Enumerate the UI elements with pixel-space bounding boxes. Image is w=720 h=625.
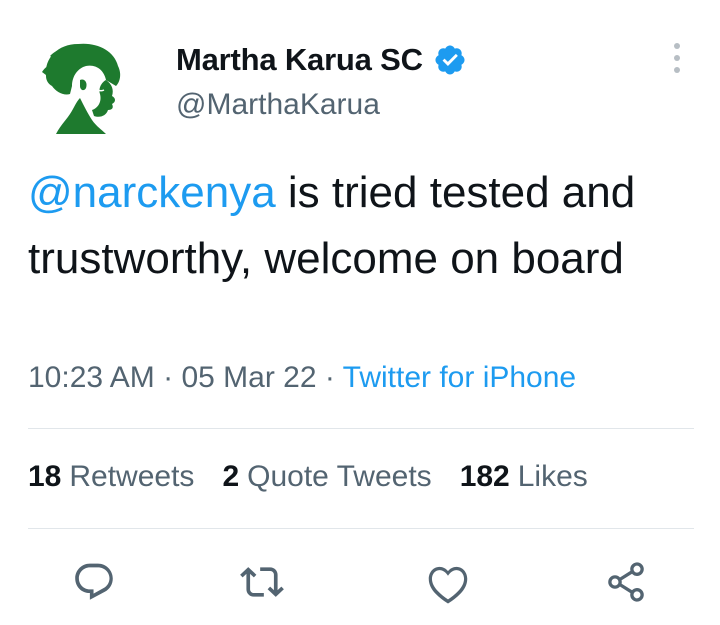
- retweet-icon: [240, 567, 284, 597]
- retweets-count: 18: [28, 460, 62, 493]
- share-button[interactable]: [596, 552, 656, 612]
- tweet-time: 10:23 AM: [28, 361, 155, 394]
- avatar[interactable]: [36, 36, 136, 136]
- verified-badge-icon: [433, 43, 467, 77]
- display-name[interactable]: Martha Karua SC: [176, 42, 423, 78]
- action-bar: [0, 552, 720, 612]
- retweets-label: Retweets: [69, 460, 195, 493]
- engagement-stats: 18 Retweets 2 Quote Tweets 182 Likes: [28, 460, 588, 494]
- tweet-header: Martha Karua SC @MarthaKarua: [0, 0, 720, 150]
- divider: [28, 528, 694, 529]
- reply-button[interactable]: [64, 552, 124, 612]
- retweets-stat[interactable]: 18 Retweets: [28, 460, 194, 494]
- likes-stat[interactable]: 182 Likes: [460, 460, 588, 494]
- avatar-portrait-icon: [42, 43, 121, 134]
- divider: [28, 428, 694, 429]
- retweet-button[interactable]: [232, 552, 292, 612]
- likes-label: Likes: [517, 460, 588, 493]
- tweet-date: 05 Mar 22: [181, 361, 317, 394]
- share-icon: [608, 562, 644, 602]
- like-icon: [428, 566, 468, 604]
- tweet-text: @narckenya is tried tested and trustwort…: [28, 160, 698, 292]
- quotes-count: 2: [222, 460, 240, 493]
- reply-icon: [75, 563, 113, 600]
- meta-separator: ·: [163, 361, 174, 394]
- quotes-label: Quote Tweets: [247, 460, 432, 493]
- name-row: Martha Karua SC: [176, 40, 467, 80]
- user-handle[interactable]: @MarthaKarua: [176, 88, 380, 122]
- likes-count: 182: [459, 460, 510, 493]
- like-button[interactable]: [418, 552, 478, 612]
- quote-tweets-stat[interactable]: 2 Quote Tweets: [222, 460, 431, 494]
- more-options-icon[interactable]: [660, 38, 694, 78]
- meta-separator: ·: [324, 361, 335, 394]
- mention-link[interactable]: @narckenya: [28, 168, 276, 217]
- tweet-source-link[interactable]: Twitter for iPhone: [343, 361, 576, 394]
- tweet-meta: 10:23 AM · 05 Mar 22 · Twitter for iPhon…: [28, 361, 576, 395]
